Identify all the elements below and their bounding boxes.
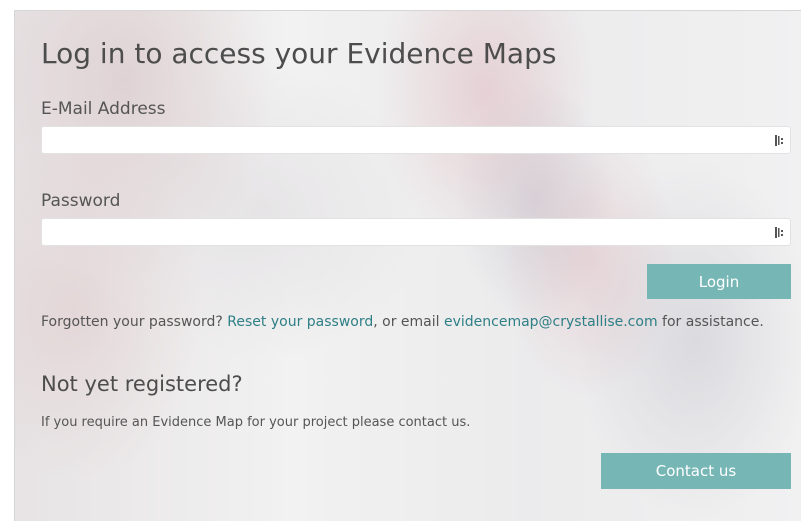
password-field-container [41, 218, 791, 246]
reset-password-link[interactable]: Reset your password [227, 314, 373, 330]
password-label: Password [41, 191, 121, 211]
help-text-middle: , or email [373, 314, 444, 330]
password-manager-icon[interactable] [775, 227, 784, 238]
email-field[interactable] [42, 127, 790, 153]
password-help-text: Forgotten your password? Reset your pass… [41, 311, 786, 333]
email-field-container [41, 126, 791, 154]
support-email-link[interactable]: evidencemap@crystallise.com [444, 314, 658, 330]
register-heading: Not yet registered? [41, 372, 243, 396]
page-title: Log in to access your Evidence Maps [41, 37, 557, 70]
login-button[interactable]: Login [647, 264, 791, 299]
login-panel: Log in to access your Evidence Maps E-Ma… [14, 10, 801, 521]
email-label: E-Mail Address [41, 99, 166, 119]
password-field[interactable] [42, 219, 790, 245]
register-info-text: If you require an Evidence Map for your … [41, 415, 471, 430]
help-text-start: Forgotten your password? [41, 314, 228, 330]
help-text-end: for assistance. [657, 314, 764, 330]
contact-us-button[interactable]: Contact us [601, 453, 791, 489]
password-manager-icon[interactable] [775, 135, 784, 146]
